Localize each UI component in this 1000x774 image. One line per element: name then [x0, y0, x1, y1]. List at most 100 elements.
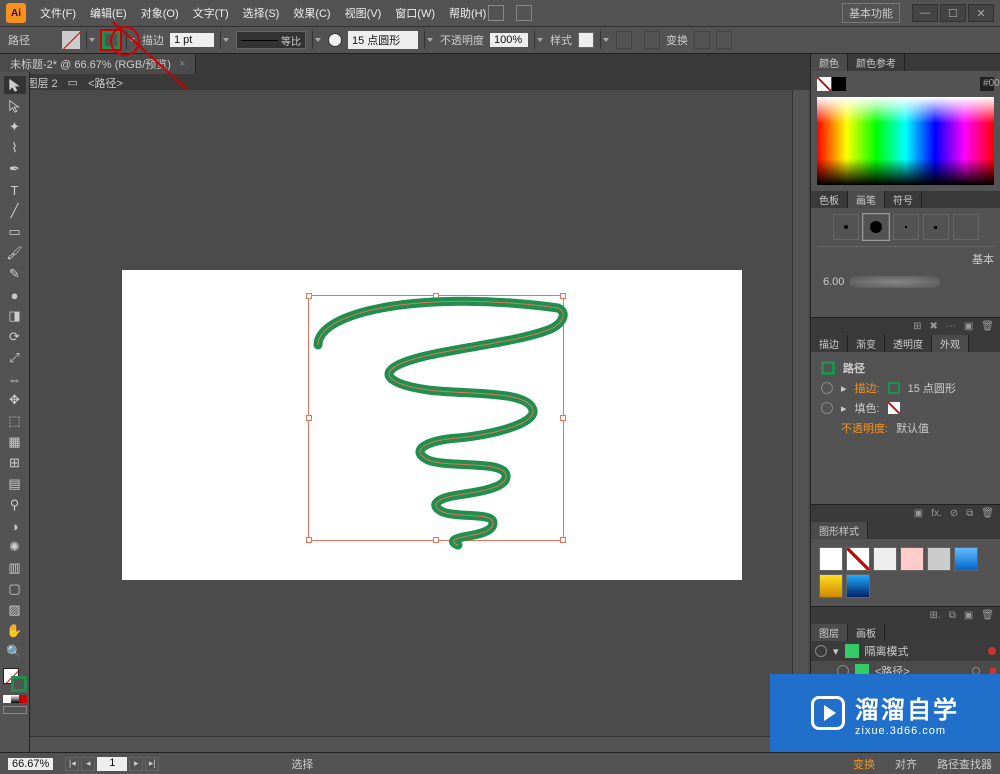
stroke-weight-dropdown[interactable] — [220, 31, 230, 49]
graph-tool[interactable]: ▥ — [4, 559, 26, 577]
color-mode-row[interactable] — [3, 695, 27, 703]
eraser-tool[interactable]: ◨ — [4, 307, 26, 325]
brush-size-value[interactable]: 6.00 — [823, 276, 844, 288]
hand-tool[interactable]: ✋ — [4, 622, 26, 640]
brush-slot-3[interactable] — [893, 214, 919, 240]
gs-swatch-1[interactable] — [819, 547, 843, 571]
brush-slot-5[interactable] — [953, 214, 979, 240]
line-tool[interactable]: ╱ — [4, 202, 26, 220]
doc-new-icon[interactable] — [488, 5, 504, 21]
opacity-field[interactable]: 100% — [490, 33, 528, 47]
crumb-path[interactable]: <路径> — [88, 75, 123, 91]
magic-wand-tool[interactable]: ✦ — [4, 118, 26, 136]
profile-dropdown[interactable] — [312, 31, 322, 49]
menu-edit[interactable]: 编辑(E) — [90, 5, 127, 21]
brush-trash-icon[interactable]: 🗑 — [981, 321, 994, 332]
eyedropper-tool[interactable]: ⚲ — [4, 496, 26, 514]
gs-swatch-8[interactable] — [846, 574, 870, 598]
blend-tool[interactable]: ◑ — [4, 517, 26, 535]
stroke-weight-field[interactable]: 1 pt — [170, 33, 214, 47]
menu-type[interactable]: 文字(T) — [193, 5, 229, 21]
opacity-label[interactable]: 不透明度 — [440, 32, 484, 48]
appearance-fx-icon[interactable]: fx. — [931, 508, 942, 519]
brush-definition-field[interactable]: 15 点圆形 — [348, 31, 418, 49]
selection-tool[interactable] — [4, 76, 26, 94]
gs-lib-icon[interactable]: ⊞. — [930, 610, 941, 621]
tab-layers[interactable]: 图层 — [811, 624, 848, 641]
blob-tool[interactable]: ● — [4, 286, 26, 304]
paintbrush-tool[interactable]: 🖌 — [4, 244, 26, 262]
layer-target-iso[interactable] — [988, 647, 996, 655]
transform-link[interactable]: 变换 — [666, 32, 688, 48]
tab-graphic-styles[interactable]: 图形样式 — [811, 522, 868, 539]
workspace-switcher[interactable]: 基本功能 — [842, 3, 900, 23]
appearance-opacity-row[interactable]: 不透明度: 默认值 — [837, 418, 994, 438]
tab-swatches[interactable]: 色板 — [811, 191, 848, 208]
visibility-toggle-fill[interactable] — [821, 402, 833, 414]
mesh-tool[interactable]: ⊞ — [4, 454, 26, 472]
lasso-tool[interactable]: ⌇ — [4, 139, 26, 157]
shape-builder-tool[interactable]: ⬚ — [4, 412, 26, 430]
spiral-path-art[interactable] — [308, 290, 568, 550]
symbol-spray-tool[interactable]: ✺ — [4, 538, 26, 556]
rectangle-tool[interactable]: ▭ — [4, 223, 26, 241]
tab-transparency[interactable]: 透明度 — [885, 335, 932, 352]
tab-stroke2[interactable]: 描边 — [811, 335, 848, 352]
horizontal-scrollbar[interactable] — [30, 736, 808, 752]
status-align-link[interactable]: 对齐 — [895, 756, 917, 772]
appearance-stroke-row[interactable]: ▸ 描边: 15 点圆形 — [817, 378, 994, 398]
maximize-button[interactable]: ☐ — [940, 4, 966, 22]
perspective-tool[interactable]: ▦ — [4, 433, 26, 451]
status-pathfinder-link[interactable]: 路径查找器 — [937, 756, 992, 772]
pencil-tool[interactable]: ✎ — [4, 265, 26, 283]
stroke-indicator[interactable] — [11, 676, 27, 692]
slice-tool[interactable]: ▨ — [4, 601, 26, 619]
align-icon[interactable] — [644, 31, 660, 49]
tab-brushes[interactable]: 画笔 — [848, 191, 885, 208]
color-none-swatch[interactable] — [817, 77, 831, 91]
rotate-tool[interactable]: ⟳ — [4, 328, 26, 346]
document-tab-close-icon[interactable]: × — [179, 58, 185, 70]
width-tool[interactable]: ⇔ — [4, 370, 26, 388]
appearance-fill-row[interactable]: ▸ 填色: — [817, 398, 994, 418]
close-button[interactable]: ✕ — [968, 4, 994, 22]
brush-slot-2[interactable] — [863, 214, 889, 240]
fill-swatch[interactable] — [62, 31, 80, 49]
tab-symbols[interactable]: 符号 — [885, 191, 922, 208]
gs-new-icon[interactable]: ▣ — [964, 610, 973, 621]
menu-object[interactable]: 对象(O) — [141, 5, 179, 21]
free-transform-tool[interactable]: ✥ — [4, 391, 26, 409]
menu-window[interactable]: 窗口(W) — [395, 5, 435, 21]
brush-lib-icon[interactable]: ⊞ — [913, 321, 921, 332]
width-profile[interactable]: 等比 — [236, 31, 306, 49]
brush-options-icon[interactable]: ⋯ — [946, 321, 956, 332]
artboard-last-button[interactable]: ▸| — [145, 757, 159, 771]
artboard-next-button[interactable]: ▸ — [129, 757, 143, 771]
layer-isolation-row[interactable]: ▾ 隔离模式 — [811, 641, 1000, 661]
style-swatch[interactable] — [578, 32, 594, 48]
tab-color[interactable]: 颜色 — [811, 54, 848, 71]
zoom-field[interactable]: 66.67% — [8, 758, 53, 770]
appearance-trash-icon[interactable]: 🗑 — [981, 508, 994, 519]
artboard-first-button[interactable]: |◂ — [65, 757, 79, 771]
gs-swatch-2[interactable] — [846, 547, 870, 571]
gs-trash-icon[interactable]: 🗑 — [981, 610, 994, 621]
vertical-scrollbar[interactable] — [792, 90, 808, 752]
visibility-toggle-stroke[interactable] — [821, 382, 833, 394]
menu-file[interactable]: 文件(F) — [40, 5, 76, 21]
menu-effect[interactable]: 效果(C) — [293, 5, 330, 21]
brush-remove-icon[interactable]: ✖ — [929, 321, 937, 332]
artboard-current[interactable]: 1 — [97, 757, 127, 771]
crumb-layer[interactable]: 图层 2 — [26, 75, 57, 91]
appearance-clear-icon[interactable]: ⊘ — [950, 508, 958, 519]
recolor-icon[interactable] — [616, 31, 632, 49]
gs-swatch-7[interactable] — [819, 574, 843, 598]
menu-help[interactable]: 帮助(H) — [449, 5, 486, 21]
type-tool[interactable]: T — [4, 181, 26, 199]
artboard-tool[interactable]: ▢ — [4, 580, 26, 598]
color-spectrum[interactable] — [817, 97, 994, 185]
gs-link-icon[interactable]: ⧉ — [949, 610, 956, 621]
tab-appearance[interactable]: 外观 — [932, 335, 969, 352]
menu-select[interactable]: 选择(S) — [243, 5, 280, 21]
brush-slot-1[interactable] — [833, 214, 859, 240]
